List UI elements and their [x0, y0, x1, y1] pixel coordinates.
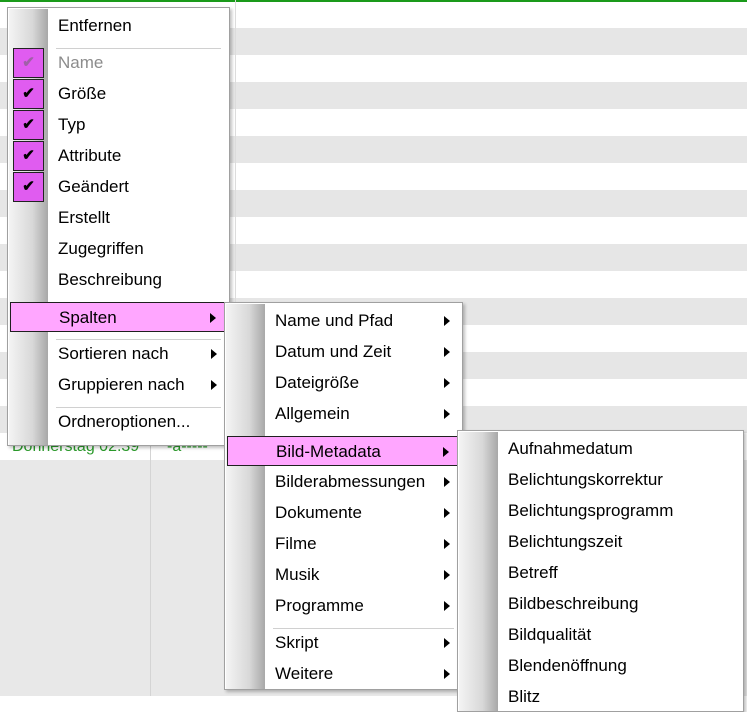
menu-item-geändert[interactable]: ✔ Geändert — [10, 172, 227, 202]
menu-item-belichtungskorrektur[interactable]: Belichtungskorrektur — [460, 465, 741, 495]
menu-item-bildbeschreibung[interactable]: Bildbeschreibung — [460, 589, 741, 619]
submenu-arrow-icon — [211, 380, 217, 390]
submenu-arrow-icon — [444, 669, 450, 679]
menu-item-belichtungsprogramm[interactable]: Belichtungsprogramm — [460, 496, 741, 526]
menu-item-label: Blendenöffnung — [508, 656, 627, 675]
menu-item-label: Zugegriffen — [58, 239, 144, 258]
menu-item-label: Entfernen — [58, 16, 132, 35]
menu-item-blitz[interactable]: Blitz — [460, 682, 741, 711]
menu-item-weitere[interactable]: Weitere — [227, 659, 460, 689]
menu-item-blendenöffnung[interactable]: Blendenöffnung — [460, 651, 741, 681]
menu-item-label: Sortieren nach — [58, 344, 169, 363]
menu-item-label: Blitz — [508, 687, 541, 706]
menu-item-größe[interactable]: ✔ Größe — [10, 79, 227, 109]
menu-item-label: Bildqualität — [508, 625, 592, 644]
menu-item-typ[interactable]: ✔ Typ — [10, 110, 227, 140]
menu-item-label: Dokumente — [275, 503, 362, 522]
menu-item-spalten[interactable]: Spalten — [10, 302, 227, 332]
checkbox-check-icon: ✔ — [13, 79, 44, 109]
submenu-arrow-icon — [444, 638, 450, 648]
submenu-arrow-icon — [444, 477, 450, 487]
menu-item-zugegriffen[interactable]: Zugegriffen — [10, 234, 227, 264]
menu-item-datum-und-zeit[interactable]: Datum und Zeit — [227, 337, 460, 367]
bild-metadata-submenu: Aufnahmedatum Belichtungskorrektur Belicht… — [457, 430, 744, 712]
menu-item-belichtungszeit[interactable]: Belichtungszeit — [460, 527, 741, 557]
menu-item-attribute[interactable]: ✔ Attribute — [10, 141, 227, 171]
menu-item-label: Betreff — [508, 563, 558, 582]
submenu-arrow-icon — [444, 539, 450, 549]
submenu-arrow-icon — [444, 347, 450, 357]
menu-item-label: Attribute — [58, 146, 122, 165]
menu-item-allgemein[interactable]: Allgemein — [227, 399, 460, 429]
menu-item-label: Filme — [275, 534, 317, 553]
menu-item-label: Geändert — [58, 177, 129, 196]
menu-item-label: Bildbeschreibung — [508, 594, 639, 613]
menu-item-label: Erstellt — [58, 208, 110, 227]
menu-item-skript[interactable]: Skript — [227, 628, 460, 658]
submenu-arrow-icon — [444, 570, 450, 580]
menu-item-programme[interactable]: Programme — [227, 591, 460, 621]
menu-item-label: Programme — [275, 596, 364, 615]
menu-item-label: Bild-Metadata — [276, 442, 381, 461]
submenu-arrow-icon — [444, 508, 450, 518]
menu-item-label: Name und Pfad — [275, 311, 394, 330]
menu-item-erstellt[interactable]: Erstellt — [10, 203, 227, 233]
menu-item-label: Name — [58, 53, 104, 72]
checkbox-check-icon: ✔ — [13, 110, 44, 140]
menu-item-label: Beschreibung — [58, 270, 162, 289]
menu-item-dokumente[interactable]: Dokumente — [227, 498, 460, 528]
menu-item-ordneroptionen[interactable]: Ordneroptionen... — [10, 407, 227, 437]
menu-item-beschreibung[interactable]: Beschreibung — [10, 265, 227, 295]
submenu-arrow-icon — [444, 409, 450, 419]
submenu-arrow-icon — [444, 378, 450, 388]
menu-item-gruppieren-nach[interactable]: Gruppieren nach — [10, 370, 227, 400]
menu-item-name: ✔ Name — [10, 48, 227, 78]
menu-item-label: Belichtungskorrektur — [508, 470, 663, 489]
menu-item-bild-metadata[interactable]: Bild-Metadata — [227, 436, 460, 466]
menu-item-bildqualität[interactable]: Bildqualität — [460, 620, 741, 650]
menu-item-entfernen[interactable]: Entfernen — [10, 11, 227, 41]
checkbox-check-icon: ✔ — [13, 172, 44, 202]
submenu-arrow-icon — [443, 447, 449, 457]
menu-item-label: Skript — [275, 633, 319, 652]
checkbox-check-icon: ✔ — [13, 48, 44, 78]
submenu-arrow-icon — [210, 313, 216, 323]
menu-item-label: Belichtungsprogramm — [508, 501, 674, 520]
menu-item-dateigröße[interactable]: Dateigröße — [227, 368, 460, 398]
context-menu: Entfernen ✔ Name ✔ Größe ✔ Typ ✔ Attribute ✔ Geänd… — [7, 7, 230, 446]
menu-item-label: Belichtungszeit — [508, 532, 623, 551]
menu-item-label: Spalten — [59, 308, 117, 327]
submenu-arrow-icon — [444, 601, 450, 611]
menu-item-label: Aufnahmedatum — [508, 439, 633, 458]
menu-item-label: Größe — [58, 84, 107, 103]
menu-item-musik[interactable]: Musik — [227, 560, 460, 590]
top-border — [0, 0, 747, 2]
menu-item-label: Gruppieren nach — [58, 375, 185, 394]
menu-item-bilderabmessungen[interactable]: Bilderabmessungen — [227, 467, 460, 497]
menu-item-sortieren-nach[interactable]: Sortieren nach — [10, 339, 227, 369]
column-divider — [150, 430, 151, 696]
menu-item-label: Musik — [275, 565, 320, 584]
submenu-arrow-icon — [211, 349, 217, 359]
menu-item-name-und-pfad[interactable]: Name und Pfad — [227, 306, 460, 336]
menu-item-filme[interactable]: Filme — [227, 529, 460, 559]
spalten-submenu: Name und Pfad Datum und Zeit Dateigröße All… — [224, 302, 463, 690]
menu-item-label: Bilderabmessungen — [275, 472, 426, 491]
menu-item-label: Weitere — [275, 664, 334, 683]
submenu-arrow-icon — [444, 316, 450, 326]
menu-item-label: Dateigröße — [275, 373, 360, 392]
menu-item-label: Allgemein — [275, 404, 350, 423]
menu-item-aufnahmedatum[interactable]: Aufnahmedatum — [460, 434, 741, 464]
menu-item-betreff[interactable]: Betreff — [460, 558, 741, 588]
menu-item-label: Datum und Zeit — [275, 342, 392, 361]
checkbox-check-icon: ✔ — [13, 141, 44, 171]
menu-item-label: Ordneroptionen... — [58, 412, 191, 431]
menu-item-label: Typ — [58, 115, 86, 134]
